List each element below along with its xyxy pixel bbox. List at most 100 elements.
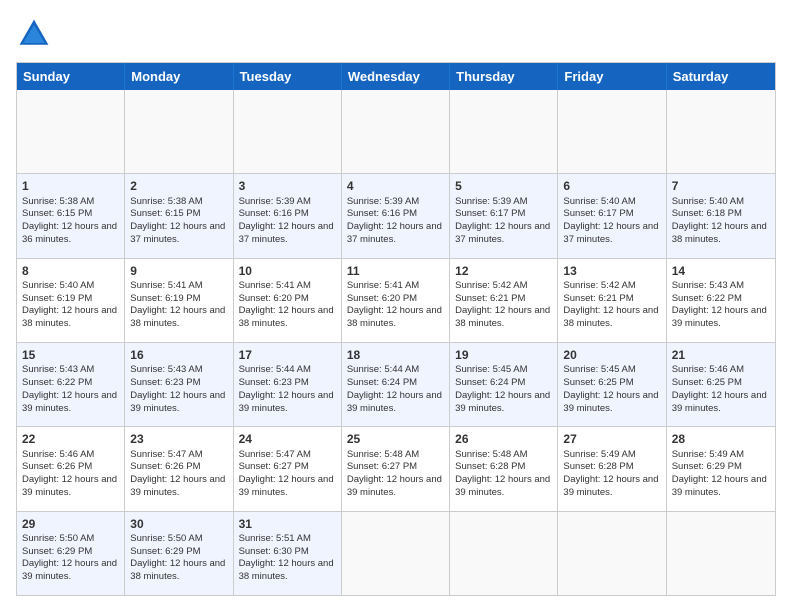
header-day-wednesday: Wednesday <box>342 63 450 90</box>
sunset-time: Sunset: 6:29 PM <box>672 461 770 474</box>
header-day-monday: Monday <box>125 63 233 90</box>
daylight-hours: Daylight: 12 hours and 38 minutes. <box>455 305 552 331</box>
sunset-time: Sunset: 6:30 PM <box>239 546 336 559</box>
day-number: 15 <box>22 347 119 363</box>
sunrise-time: Sunrise: 5:48 AM <box>347 449 444 462</box>
empty-cell <box>450 512 558 595</box>
day-number: 3 <box>239 178 336 194</box>
day-cell-20: 20Sunrise: 5:45 AMSunset: 6:25 PMDayligh… <box>558 343 666 426</box>
day-number: 11 <box>347 263 444 279</box>
calendar-header: SundayMondayTuesdayWednesdayThursdayFrid… <box>17 63 775 90</box>
day-cell-14: 14Sunrise: 5:43 AMSunset: 6:22 PMDayligh… <box>667 259 775 342</box>
day-cell-23: 23Sunrise: 5:47 AMSunset: 6:26 PMDayligh… <box>125 427 233 510</box>
day-cell-7: 7Sunrise: 5:40 AMSunset: 6:18 PMDaylight… <box>667 174 775 257</box>
sunrise-time: Sunrise: 5:47 AM <box>130 449 227 462</box>
daylight-hours: Daylight: 12 hours and 39 minutes. <box>22 558 119 584</box>
sunset-time: Sunset: 6:18 PM <box>672 208 770 221</box>
sunrise-time: Sunrise: 5:41 AM <box>347 280 444 293</box>
daylight-hours: Daylight: 12 hours and 39 minutes. <box>672 474 770 500</box>
day-number: 6 <box>563 178 660 194</box>
sunset-time: Sunset: 6:27 PM <box>239 461 336 474</box>
sunrise-time: Sunrise: 5:49 AM <box>672 449 770 462</box>
page: SundayMondayTuesdayWednesdayThursdayFrid… <box>0 0 792 612</box>
daylight-hours: Daylight: 12 hours and 37 minutes. <box>239 221 336 247</box>
sunset-time: Sunset: 6:24 PM <box>347 377 444 390</box>
day-cell-2: 2Sunrise: 5:38 AMSunset: 6:15 PMDaylight… <box>125 174 233 257</box>
daylight-hours: Daylight: 12 hours and 38 minutes. <box>347 305 444 331</box>
empty-cell <box>234 90 342 173</box>
day-cell-28: 28Sunrise: 5:49 AMSunset: 6:29 PMDayligh… <box>667 427 775 510</box>
day-cell-19: 19Sunrise: 5:45 AMSunset: 6:24 PMDayligh… <box>450 343 558 426</box>
day-number: 17 <box>239 347 336 363</box>
empty-cell <box>342 90 450 173</box>
sunrise-time: Sunrise: 5:45 AM <box>455 364 552 377</box>
sunrise-time: Sunrise: 5:50 AM <box>130 533 227 546</box>
empty-cell <box>450 90 558 173</box>
calendar-row-4: 15Sunrise: 5:43 AMSunset: 6:22 PMDayligh… <box>17 342 775 426</box>
empty-cell <box>342 512 450 595</box>
day-number: 5 <box>455 178 552 194</box>
header-day-tuesday: Tuesday <box>234 63 342 90</box>
sunrise-time: Sunrise: 5:51 AM <box>239 533 336 546</box>
day-number: 2 <box>130 178 227 194</box>
day-cell-1: 1Sunrise: 5:38 AMSunset: 6:15 PMDaylight… <box>17 174 125 257</box>
sunrise-time: Sunrise: 5:47 AM <box>239 449 336 462</box>
logo <box>16 16 56 52</box>
header-day-saturday: Saturday <box>667 63 775 90</box>
daylight-hours: Daylight: 12 hours and 37 minutes. <box>563 221 660 247</box>
day-cell-26: 26Sunrise: 5:48 AMSunset: 6:28 PMDayligh… <box>450 427 558 510</box>
day-cell-15: 15Sunrise: 5:43 AMSunset: 6:22 PMDayligh… <box>17 343 125 426</box>
sunrise-time: Sunrise: 5:42 AM <box>455 280 552 293</box>
sunset-time: Sunset: 6:19 PM <box>130 293 227 306</box>
sunset-time: Sunset: 6:29 PM <box>22 546 119 559</box>
daylight-hours: Daylight: 12 hours and 38 minutes. <box>239 558 336 584</box>
day-number: 14 <box>672 263 770 279</box>
day-cell-6: 6Sunrise: 5:40 AMSunset: 6:17 PMDaylight… <box>558 174 666 257</box>
day-number: 24 <box>239 431 336 447</box>
day-cell-18: 18Sunrise: 5:44 AMSunset: 6:24 PMDayligh… <box>342 343 450 426</box>
sunrise-time: Sunrise: 5:40 AM <box>672 196 770 209</box>
sunset-time: Sunset: 6:23 PM <box>130 377 227 390</box>
header-day-thursday: Thursday <box>450 63 558 90</box>
logo-icon <box>16 16 52 52</box>
sunrise-time: Sunrise: 5:41 AM <box>130 280 227 293</box>
header-day-friday: Friday <box>558 63 666 90</box>
day-cell-22: 22Sunrise: 5:46 AMSunset: 6:26 PMDayligh… <box>17 427 125 510</box>
header <box>16 16 776 52</box>
daylight-hours: Daylight: 12 hours and 37 minutes. <box>347 221 444 247</box>
sunset-time: Sunset: 6:20 PM <box>347 293 444 306</box>
sunset-time: Sunset: 6:20 PM <box>239 293 336 306</box>
day-number: 30 <box>130 516 227 532</box>
day-cell-3: 3Sunrise: 5:39 AMSunset: 6:16 PMDaylight… <box>234 174 342 257</box>
daylight-hours: Daylight: 12 hours and 39 minutes. <box>22 390 119 416</box>
daylight-hours: Daylight: 12 hours and 38 minutes. <box>672 221 770 247</box>
day-number: 18 <box>347 347 444 363</box>
sunrise-time: Sunrise: 5:40 AM <box>563 196 660 209</box>
daylight-hours: Daylight: 12 hours and 38 minutes. <box>563 305 660 331</box>
calendar-row-6: 29Sunrise: 5:50 AMSunset: 6:29 PMDayligh… <box>17 511 775 595</box>
sunset-time: Sunset: 6:25 PM <box>672 377 770 390</box>
daylight-hours: Daylight: 12 hours and 39 minutes. <box>347 390 444 416</box>
sunrise-time: Sunrise: 5:40 AM <box>22 280 119 293</box>
daylight-hours: Daylight: 12 hours and 38 minutes. <box>130 305 227 331</box>
sunset-time: Sunset: 6:28 PM <box>563 461 660 474</box>
empty-cell <box>558 512 666 595</box>
sunrise-time: Sunrise: 5:41 AM <box>239 280 336 293</box>
day-cell-5: 5Sunrise: 5:39 AMSunset: 6:17 PMDaylight… <box>450 174 558 257</box>
sunset-time: Sunset: 6:25 PM <box>563 377 660 390</box>
sunrise-time: Sunrise: 5:43 AM <box>130 364 227 377</box>
daylight-hours: Daylight: 12 hours and 37 minutes. <box>455 221 552 247</box>
daylight-hours: Daylight: 12 hours and 39 minutes. <box>563 474 660 500</box>
day-cell-24: 24Sunrise: 5:47 AMSunset: 6:27 PMDayligh… <box>234 427 342 510</box>
day-cell-9: 9Sunrise: 5:41 AMSunset: 6:19 PMDaylight… <box>125 259 233 342</box>
empty-cell <box>667 512 775 595</box>
calendar-row-5: 22Sunrise: 5:46 AMSunset: 6:26 PMDayligh… <box>17 426 775 510</box>
sunset-time: Sunset: 6:26 PM <box>130 461 227 474</box>
calendar-row-1 <box>17 90 775 173</box>
day-cell-27: 27Sunrise: 5:49 AMSunset: 6:28 PMDayligh… <box>558 427 666 510</box>
sunrise-time: Sunrise: 5:42 AM <box>563 280 660 293</box>
header-day-sunday: Sunday <box>17 63 125 90</box>
sunset-time: Sunset: 6:15 PM <box>22 208 119 221</box>
daylight-hours: Daylight: 12 hours and 39 minutes. <box>347 474 444 500</box>
sunrise-time: Sunrise: 5:43 AM <box>672 280 770 293</box>
